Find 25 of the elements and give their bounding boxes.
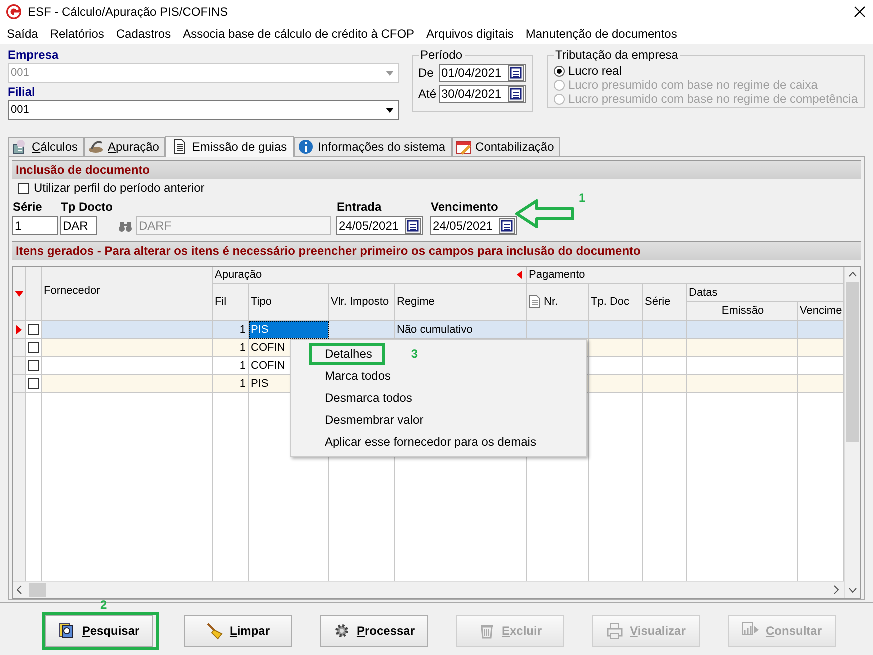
field-label: Tp Docto [60, 200, 113, 216]
window-title: ESF - Cálculo/Apuração PIS/COFINS [28, 5, 230, 19]
section-header: Itens gerados - Para alterar os itens é necessário preencher primeiro os campos para inclusão do documento [12, 241, 861, 260]
field-label: De [418, 66, 435, 80]
option-label: Lucro real [568, 64, 622, 78]
option-label: Lucro presumido com base no regime de caixa [568, 78, 818, 92]
group-title: Período [420, 48, 464, 62]
column-group-header: Datas [687, 284, 844, 302]
annotation-number: 1 [579, 191, 586, 207]
annotation-number: 3 [411, 347, 418, 361]
option-label: Lucro presumido com base no regime de competência [568, 92, 858, 106]
field-label: Filial [8, 85, 36, 100]
section-header: Inclusão de documento [12, 160, 861, 179]
field-label: Vencimento [430, 200, 500, 216]
field-label: Série [12, 200, 44, 216]
field-label: Até [418, 87, 436, 101]
description-field: DARF [136, 216, 331, 235]
field-label: Entrada [336, 200, 383, 216]
column-group-header: Pagamento [527, 267, 844, 284]
column-group-header: Apuração [215, 269, 262, 281]
checkbox-label: Utilizar perfil do período anterior [34, 181, 205, 195]
field-label: Empresa [8, 48, 60, 63]
annotation-number: 2 [100, 598, 108, 612]
group-title: Tributação da empresa [554, 48, 680, 62]
table-cell: PIS [249, 321, 329, 339]
